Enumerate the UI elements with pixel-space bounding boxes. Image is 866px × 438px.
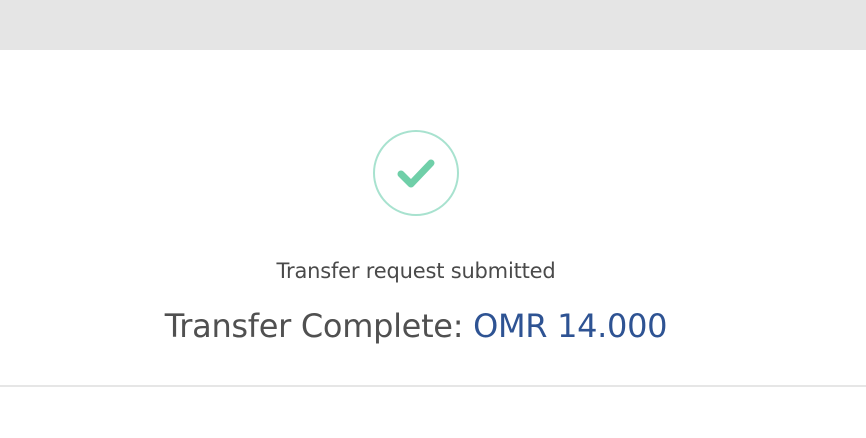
bottom-area [0, 387, 866, 438]
checkmark-icon [397, 159, 435, 188]
status-subtitle: Transfer request submitted [276, 259, 556, 283]
top-bar [0, 0, 866, 50]
transfer-amount: OMR 14.000 [473, 307, 668, 345]
transfer-summary: Transfer Complete: OMR 14.000 [0, 304, 832, 348]
transfer-complete-label: Transfer Complete: [164, 307, 474, 345]
success-check-circle [373, 130, 459, 216]
